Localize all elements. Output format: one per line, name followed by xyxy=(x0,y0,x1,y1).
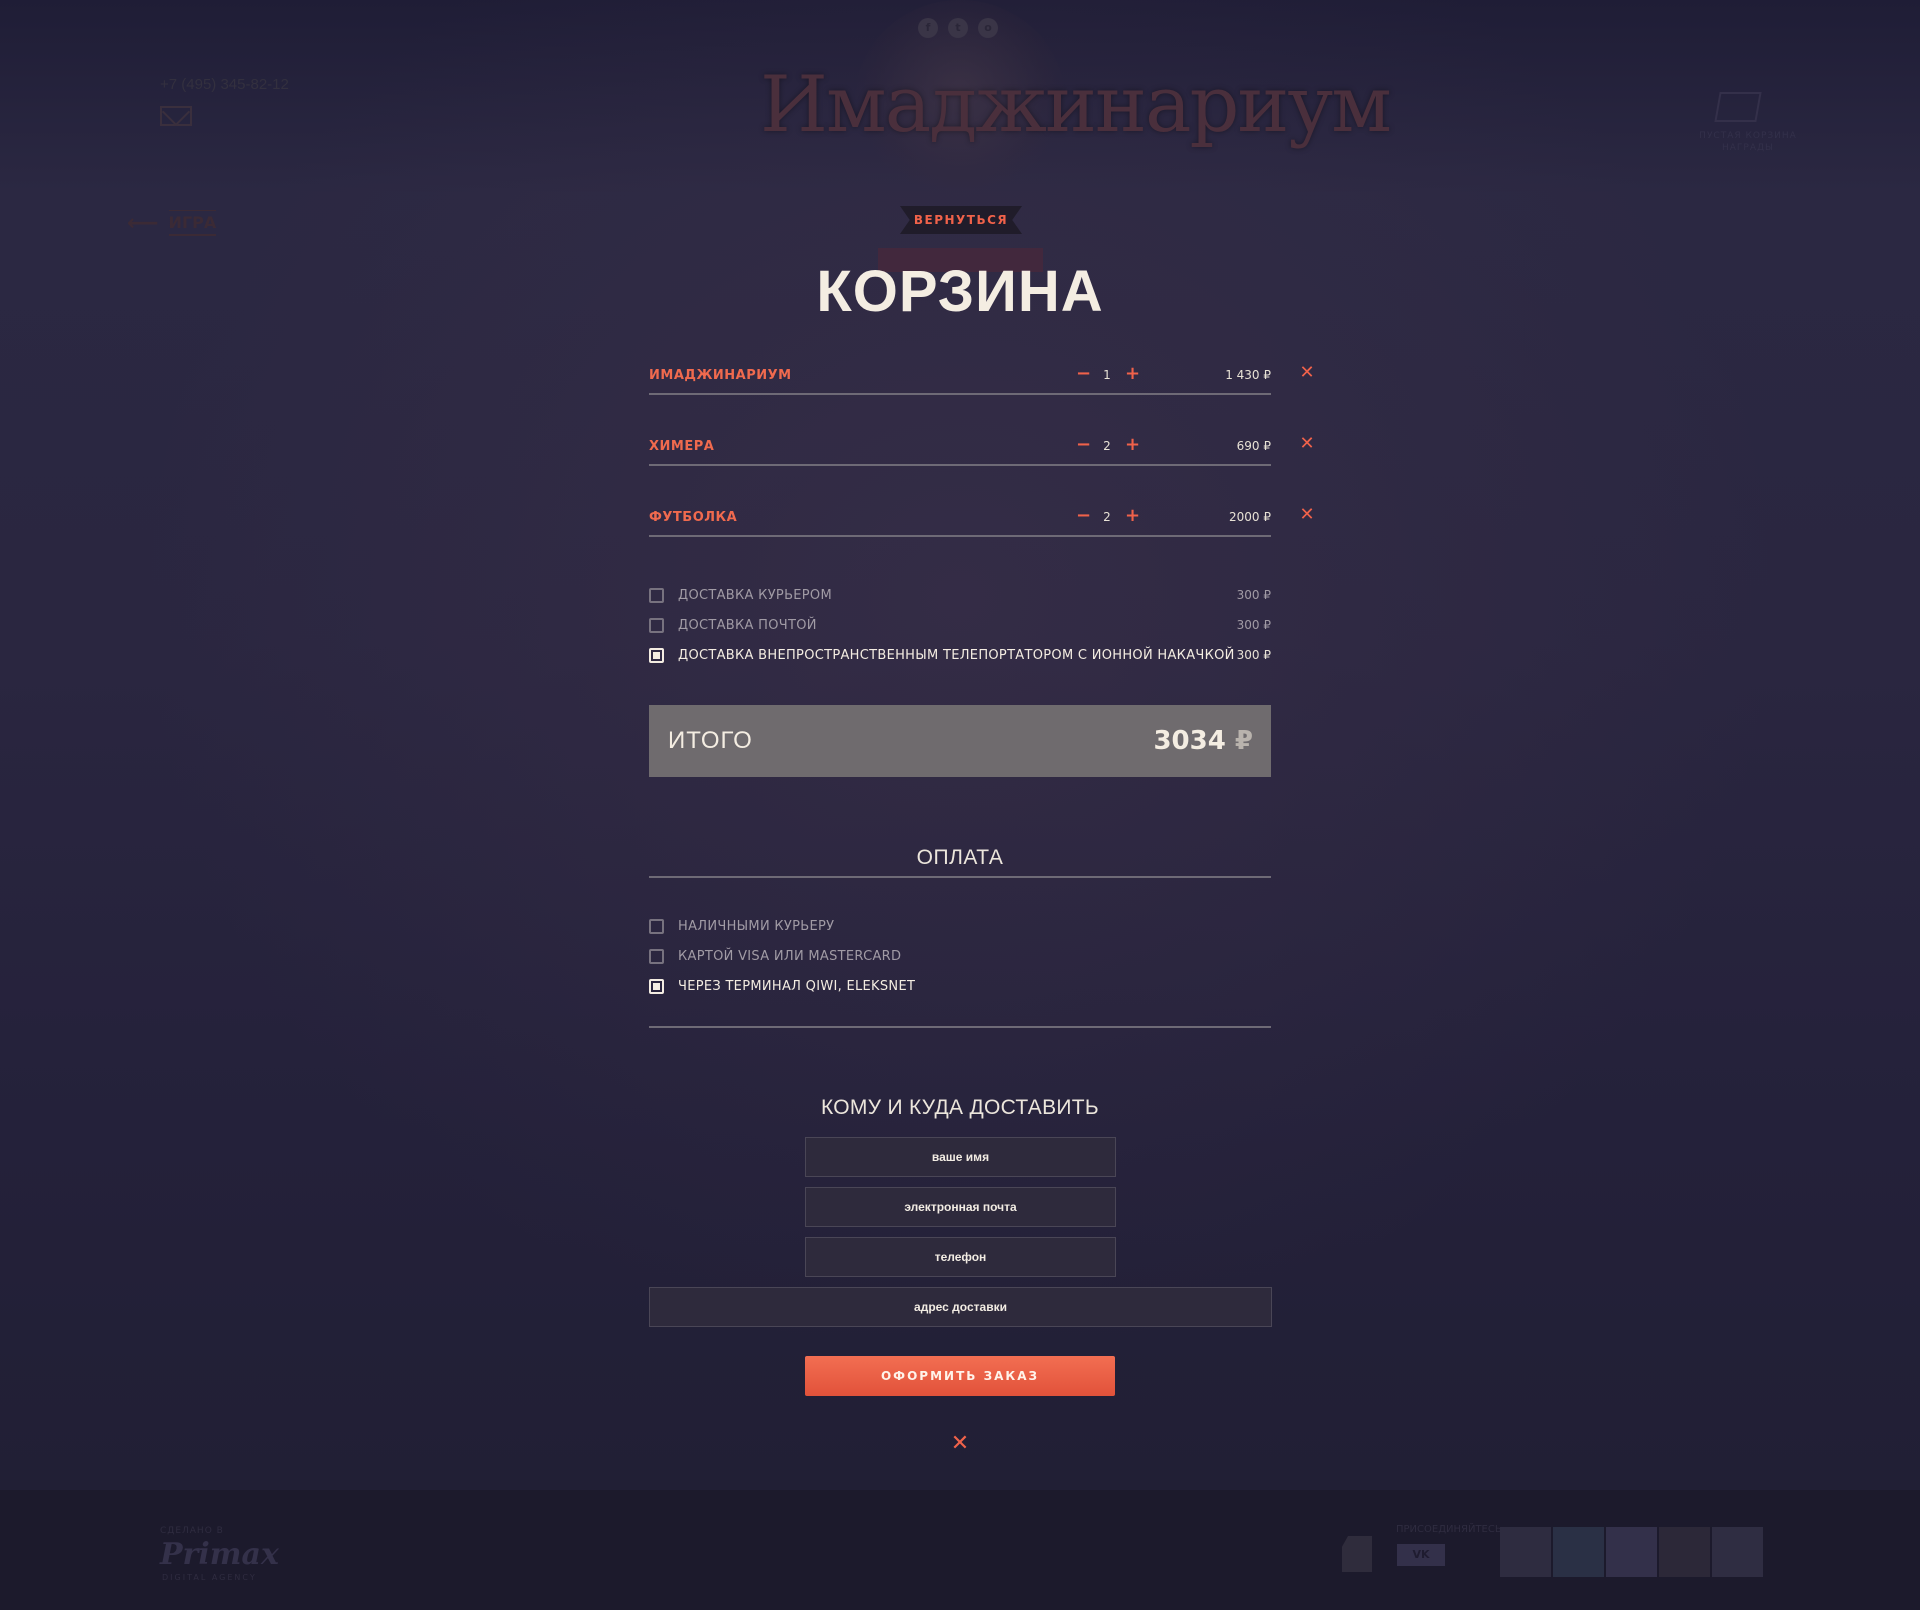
delivery-option-teleport[interactable]: ДОСТАВКА ВНЕПРОСТРАНСТВЕННЫМ ТЕЛЕПОРТАТО… xyxy=(649,640,1271,670)
close-icon[interactable]: ✕ xyxy=(950,1433,970,1455)
checkbox[interactable] xyxy=(649,948,664,964)
increase-qty-button[interactable]: + xyxy=(1125,435,1140,455)
checkbox[interactable] xyxy=(649,918,664,934)
delivery-option-post[interactable]: ДОСТАВКА ПОЧТОЙ 300 ₽ xyxy=(649,610,1271,640)
avatar[interactable] xyxy=(1659,1527,1710,1577)
row-divider xyxy=(649,393,1271,395)
agency-subtitle: DIGITAL AGENCY xyxy=(162,1573,257,1582)
payment-title: ОПЛАТА xyxy=(916,846,1004,869)
delivery-option-price: 300 ₽ xyxy=(1236,618,1271,632)
shop-bag-icon[interactable] xyxy=(1342,1536,1372,1572)
remove-item-button[interactable]: ✕ xyxy=(1299,506,1315,524)
decrease-qty-button[interactable]: − xyxy=(1076,435,1091,455)
delivery-option-price: 300 ₽ xyxy=(1236,588,1271,602)
ruble-icon: ₽ xyxy=(1234,726,1253,756)
checkbox[interactable] xyxy=(649,587,664,603)
site-header: f t o Имаджинариум +7 (495) 345-82-12 ПУ… xyxy=(0,0,1920,236)
delivery-form-title: КОМУ И КУДА ДОСТАВИТЬ xyxy=(820,1096,1100,1119)
social-links: f t o xyxy=(918,18,998,38)
agency-logo[interactable]: Primax xyxy=(160,1537,279,1572)
cart-caption-line-1: ПУСТАЯ КОРЗИНА xyxy=(1699,131,1797,141)
made-in-label: СДЕЛАНО В xyxy=(160,1526,224,1536)
twitter-icon[interactable]: t xyxy=(948,18,968,38)
decrease-qty-button[interactable]: − xyxy=(1076,364,1091,384)
cart-item-name: ХИМЕРА xyxy=(649,439,715,454)
cart-item-qty: 1 xyxy=(1103,368,1111,382)
odnoklassniki-icon[interactable]: o xyxy=(978,18,998,38)
cart-item-price: 690 ₽ xyxy=(1236,439,1271,453)
cart-item: ХИМЕРА − 2 + 690 ₽ ✕ xyxy=(649,431,1321,502)
remove-item-button[interactable]: ✕ xyxy=(1299,435,1315,453)
cart-item: ФУТБОЛКА − 2 + 2000 ₽ ✕ xyxy=(649,502,1321,573)
checkbox-checked[interactable] xyxy=(649,978,664,994)
cart-item-qty: 2 xyxy=(1103,510,1111,524)
mail-icon[interactable] xyxy=(160,106,192,126)
phone-field[interactable]: телефон xyxy=(805,1237,1116,1277)
cart-item: ИМАДЖИНАРИУМ − 1 + 1 430 ₽ ✕ xyxy=(649,360,1321,431)
payment-option-terminal[interactable]: ЧЕРЕЗ ТЕРМИНАЛ QIWI, ELEKSNET xyxy=(649,971,1271,1001)
cart-item-qty: 2 xyxy=(1103,439,1111,453)
cart-item-price: 1 430 ₽ xyxy=(1225,368,1271,382)
decrease-qty-button[interactable]: − xyxy=(1076,506,1091,526)
order-total: ИТОГО 3034 ₽ xyxy=(649,705,1271,777)
cart-list: ИМАДЖИНАРИУМ − 1 + 1 430 ₽ ✕ ХИМЕРА − 2 … xyxy=(649,360,1321,573)
checkbox-checked[interactable] xyxy=(649,647,664,663)
community-thumbnails xyxy=(1500,1527,1763,1577)
vk-button[interactable]: VK xyxy=(1397,1544,1445,1566)
email-field[interactable]: электронная почта xyxy=(805,1187,1116,1227)
delivery-option-price: 300 ₽ xyxy=(1236,648,1271,662)
avatar[interactable] xyxy=(1500,1527,1551,1577)
payment-option-cash[interactable]: НАЛИЧНЫМИ КУРЬЕРУ xyxy=(649,911,1271,941)
cart-icon xyxy=(1714,92,1762,122)
payment-options: НАЛИЧНЫМИ КУРЬЕРУ КАРТОЙ VISA ИЛИ MASTER… xyxy=(649,911,1271,1001)
payment-option-label: НАЛИЧНЫМИ КУРЬЕРУ xyxy=(678,918,835,934)
payment-divider xyxy=(649,876,1271,878)
arrow-left-icon: ⟵ xyxy=(127,210,159,236)
avatar[interactable] xyxy=(1606,1527,1657,1577)
return-button[interactable]: ВЕРНУТЬСЯ xyxy=(900,206,1022,234)
delivery-option-label: ДОСТАВКА КУРЬЕРОМ xyxy=(678,587,832,603)
back-to-game-label: ИГРА xyxy=(168,210,217,236)
avatar[interactable] xyxy=(1712,1527,1763,1577)
address-field[interactable]: адрес доставки xyxy=(649,1287,1272,1327)
name-field[interactable]: ваше имя xyxy=(805,1137,1116,1177)
cart-item-price: 2000 ₽ xyxy=(1229,510,1271,524)
page-title: КОРЗИНА xyxy=(816,259,1104,324)
place-order-button[interactable]: ОФОРМИТЬ ЗАКАЗ xyxy=(805,1356,1115,1396)
cart-item-name: ИМАДЖИНАРИУМ xyxy=(649,368,792,383)
facebook-icon[interactable]: f xyxy=(918,18,938,38)
avatar[interactable] xyxy=(1553,1527,1604,1577)
total-label: ИТОГО xyxy=(668,727,753,754)
checkbox[interactable] xyxy=(649,617,664,633)
increase-qty-button[interactable]: + xyxy=(1125,506,1140,526)
total-value: 3034 ₽ xyxy=(1153,726,1253,756)
delivery-options: ДОСТАВКА КУРЬЕРОМ 300 ₽ ДОСТАВКА ПОЧТОЙ … xyxy=(649,580,1271,670)
row-divider xyxy=(649,535,1271,537)
cart-item-name: ФУТБОЛКА xyxy=(649,510,738,525)
remove-item-button[interactable]: ✕ xyxy=(1299,364,1315,382)
delivery-option-label: ДОСТАВКА ВНЕПРОСТРАНСТВЕННЫМ ТЕЛЕПОРТАТО… xyxy=(678,647,1235,663)
header-cart[interactable]: ПУСТАЯ КОРЗИНА НАГРАДЫ xyxy=(1673,92,1823,154)
total-amount: 3034 xyxy=(1153,726,1226,756)
payment-option-card[interactable]: КАРТОЙ VISA ИЛИ MASTERCARD xyxy=(649,941,1271,971)
cart-caption-line-2: НАГРАДЫ xyxy=(1722,143,1774,153)
join-label: ПРИСОЕДИНЯЙТЕСЬ xyxy=(1396,1524,1502,1535)
site-footer: СДЕЛАНО В Primax DIGITAL AGENCY ПРИСОЕДИ… xyxy=(0,1490,1920,1610)
increase-qty-button[interactable]: + xyxy=(1125,364,1140,384)
row-divider xyxy=(649,464,1271,466)
site-logo[interactable]: Имаджинариум xyxy=(760,60,1392,150)
payment-bottom-divider xyxy=(649,1026,1271,1028)
payment-option-label: ЧЕРЕЗ ТЕРМИНАЛ QIWI, ELEKSNET xyxy=(678,978,916,994)
delivery-option-label: ДОСТАВКА ПОЧТОЙ xyxy=(678,617,817,633)
delivery-option-courier[interactable]: ДОСТАВКА КУРЬЕРОМ 300 ₽ xyxy=(649,580,1271,610)
back-to-game-link[interactable]: ⟵ ИГРА xyxy=(127,210,217,236)
phone-number: +7 (495) 345-82-12 xyxy=(160,76,289,93)
payment-option-label: КАРТОЙ VISA ИЛИ MASTERCARD xyxy=(678,948,902,964)
